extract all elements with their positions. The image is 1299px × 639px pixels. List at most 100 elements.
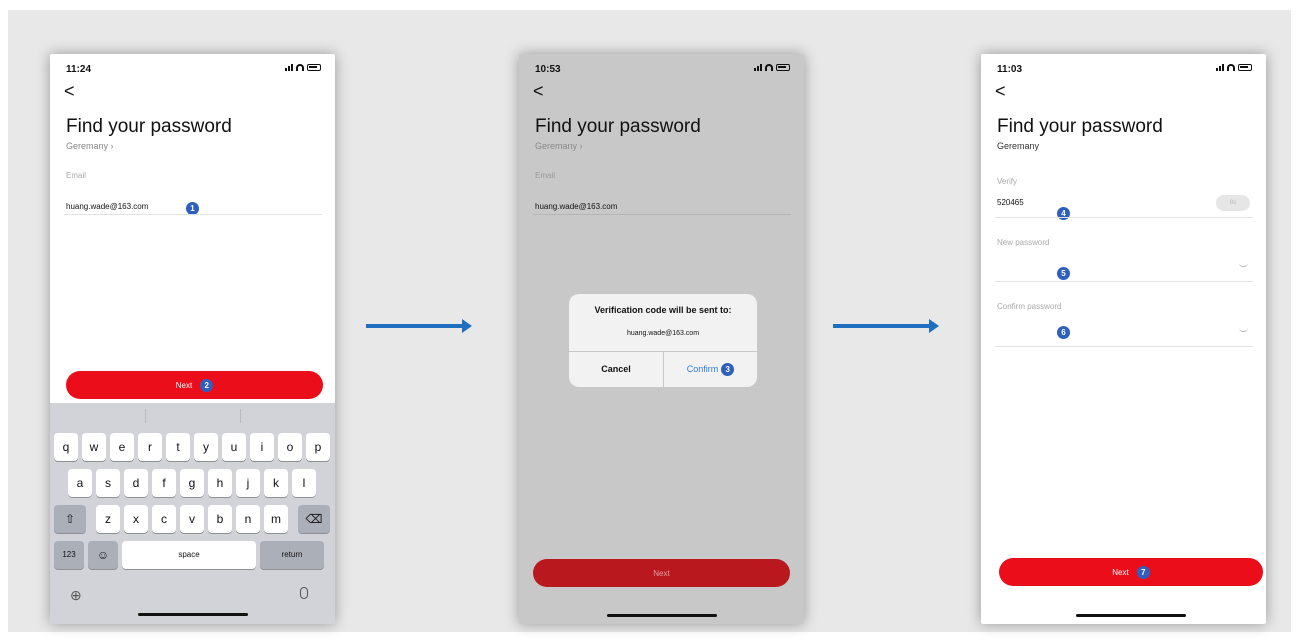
key-b[interactable]: b	[208, 505, 232, 533]
phone-screen-verification-dialog: 10:53 < Find your password Geremany › Em…	[519, 54, 804, 624]
microphone-icon[interactable]	[300, 587, 308, 599]
email-underline	[533, 214, 791, 215]
keyboard-row-4: 123 ☺ space return	[54, 541, 324, 569]
verify-code-field[interactable]: 520465	[997, 198, 1024, 207]
emoji-icon[interactable]: ☺	[88, 541, 118, 569]
home-indicator	[138, 613, 248, 616]
next-button[interactable]: Next	[533, 559, 790, 587]
status-icons	[754, 64, 790, 71]
back-chevron-icon[interactable]: <	[533, 82, 544, 100]
keyboard: q w e r t y u i o p a s d f g h j k l ⇧ …	[50, 403, 335, 624]
confirm-password-field[interactable]	[995, 346, 1253, 347]
step-badge-5: 5	[1057, 267, 1070, 280]
status-time: 11:24	[66, 64, 92, 75]
next-button[interactable]: Next 7	[999, 558, 1263, 586]
signal-icon	[1216, 64, 1224, 71]
confirm-button[interactable]: Confirm 3	[664, 351, 757, 387]
keyboard-row-3: ⇧ z x c v b n m ⌫	[54, 505, 330, 533]
cancel-button[interactable]: Cancel	[569, 351, 663, 387]
return-key[interactable]: return	[260, 541, 324, 569]
battery-icon	[776, 64, 790, 71]
email-field[interactable]: huang.wade@163.com	[66, 202, 148, 211]
key-g[interactable]: g	[180, 469, 204, 497]
key-r[interactable]: r	[138, 433, 162, 461]
key-v[interactable]: v	[180, 505, 204, 533]
next-button[interactable]: Next 2	[66, 371, 323, 399]
dialog-email: huang.wade@163.com	[626, 330, 700, 337]
phone-screen-email-entry: 11:24 < Find your password Geremany › Em…	[50, 54, 335, 624]
confirm-button-label: Confirm	[686, 364, 719, 374]
page-title: Find your password	[535, 116, 701, 137]
wifi-icon	[1227, 64, 1235, 71]
eye-icon[interactable]	[1239, 263, 1248, 267]
phone-screen-reset-password: 11:03 < Find your password Geremany Veri…	[981, 54, 1266, 624]
dialog-title: Verification code will be sent to:	[594, 305, 732, 315]
status-icons	[1216, 64, 1252, 71]
back-chevron-icon[interactable]: <	[995, 82, 1006, 100]
home-indicator	[607, 614, 717, 617]
keyboard-row-2: a s d f g h j k l	[68, 469, 316, 497]
key-s[interactable]: s	[96, 469, 120, 497]
shift-icon[interactable]: ⇧	[54, 505, 86, 533]
verify-label: Verify	[997, 177, 1018, 186]
confirm-password-label: Confirm password	[997, 302, 1062, 311]
next-button-label: Next	[1112, 567, 1129, 577]
signal-icon	[285, 64, 293, 71]
status-time: 11:03	[997, 64, 1023, 75]
numbers-key[interactable]: 123	[54, 541, 84, 569]
verification-dialog: Verification code will be sent to: huang…	[569, 294, 757, 387]
next-button-label: Next	[653, 568, 670, 578]
step-badge-4: 4	[1057, 207, 1070, 220]
signal-icon	[754, 64, 762, 71]
key-e[interactable]: e	[110, 433, 134, 461]
key-a[interactable]: a	[68, 469, 92, 497]
key-k[interactable]: k	[264, 469, 288, 497]
region-selector[interactable]: Geremany ›	[535, 141, 583, 151]
right-arrow-icon	[366, 319, 472, 333]
key-x[interactable]: x	[124, 505, 148, 533]
battery-icon	[1238, 64, 1252, 71]
region-label: Geremany	[997, 141, 1040, 151]
key-z[interactable]: z	[96, 505, 120, 533]
region-selector[interactable]: Geremany ›	[66, 141, 114, 151]
email-field[interactable]: huang.wade@163.com	[535, 202, 617, 211]
key-p[interactable]: p	[306, 433, 330, 461]
page-title: Find your password	[66, 116, 232, 137]
right-arrow-icon	[833, 319, 939, 333]
next-button-label: Next	[175, 380, 193, 390]
key-l[interactable]: l	[292, 469, 316, 497]
step-badge-7: 7	[1136, 565, 1150, 579]
globe-icon[interactable]: ⊕	[70, 587, 82, 604]
resend-code-button[interactable]: 8s	[1216, 195, 1250, 211]
key-i[interactable]: i	[250, 433, 274, 461]
step-badge-6: 6	[1057, 326, 1070, 339]
key-n[interactable]: n	[236, 505, 260, 533]
space-key[interactable]: space	[122, 541, 256, 569]
email-label: Email	[66, 171, 87, 180]
status-time: 10:53	[535, 64, 561, 75]
key-q[interactable]: q	[54, 433, 78, 461]
key-w[interactable]: w	[82, 433, 106, 461]
eye-icon[interactable]	[1239, 328, 1248, 332]
flow-canvas: 11:24 < Find your password Geremany › Em…	[8, 10, 1291, 632]
verify-underline	[995, 217, 1253, 218]
status-icons	[285, 64, 321, 71]
email-label: Email	[535, 171, 556, 180]
key-u[interactable]: u	[222, 433, 246, 461]
key-c[interactable]: c	[152, 505, 176, 533]
key-m[interactable]: m	[264, 505, 288, 533]
key-d[interactable]: d	[124, 469, 148, 497]
key-f[interactable]: f	[152, 469, 176, 497]
keyboard-row-1: q w e r t y u i o p	[54, 433, 330, 461]
page-title: Find your password	[997, 116, 1163, 137]
backspace-icon[interactable]: ⌫	[298, 505, 330, 533]
key-h[interactable]: h	[208, 469, 232, 497]
wifi-icon	[765, 64, 773, 71]
key-j[interactable]: j	[236, 469, 260, 497]
key-t[interactable]: t	[166, 433, 190, 461]
new-password-field[interactable]	[995, 281, 1253, 282]
key-o[interactable]: o	[278, 433, 302, 461]
back-chevron-icon[interactable]: <	[64, 82, 75, 100]
step-badge-2: 2	[200, 378, 214, 392]
key-y[interactable]: y	[194, 433, 218, 461]
